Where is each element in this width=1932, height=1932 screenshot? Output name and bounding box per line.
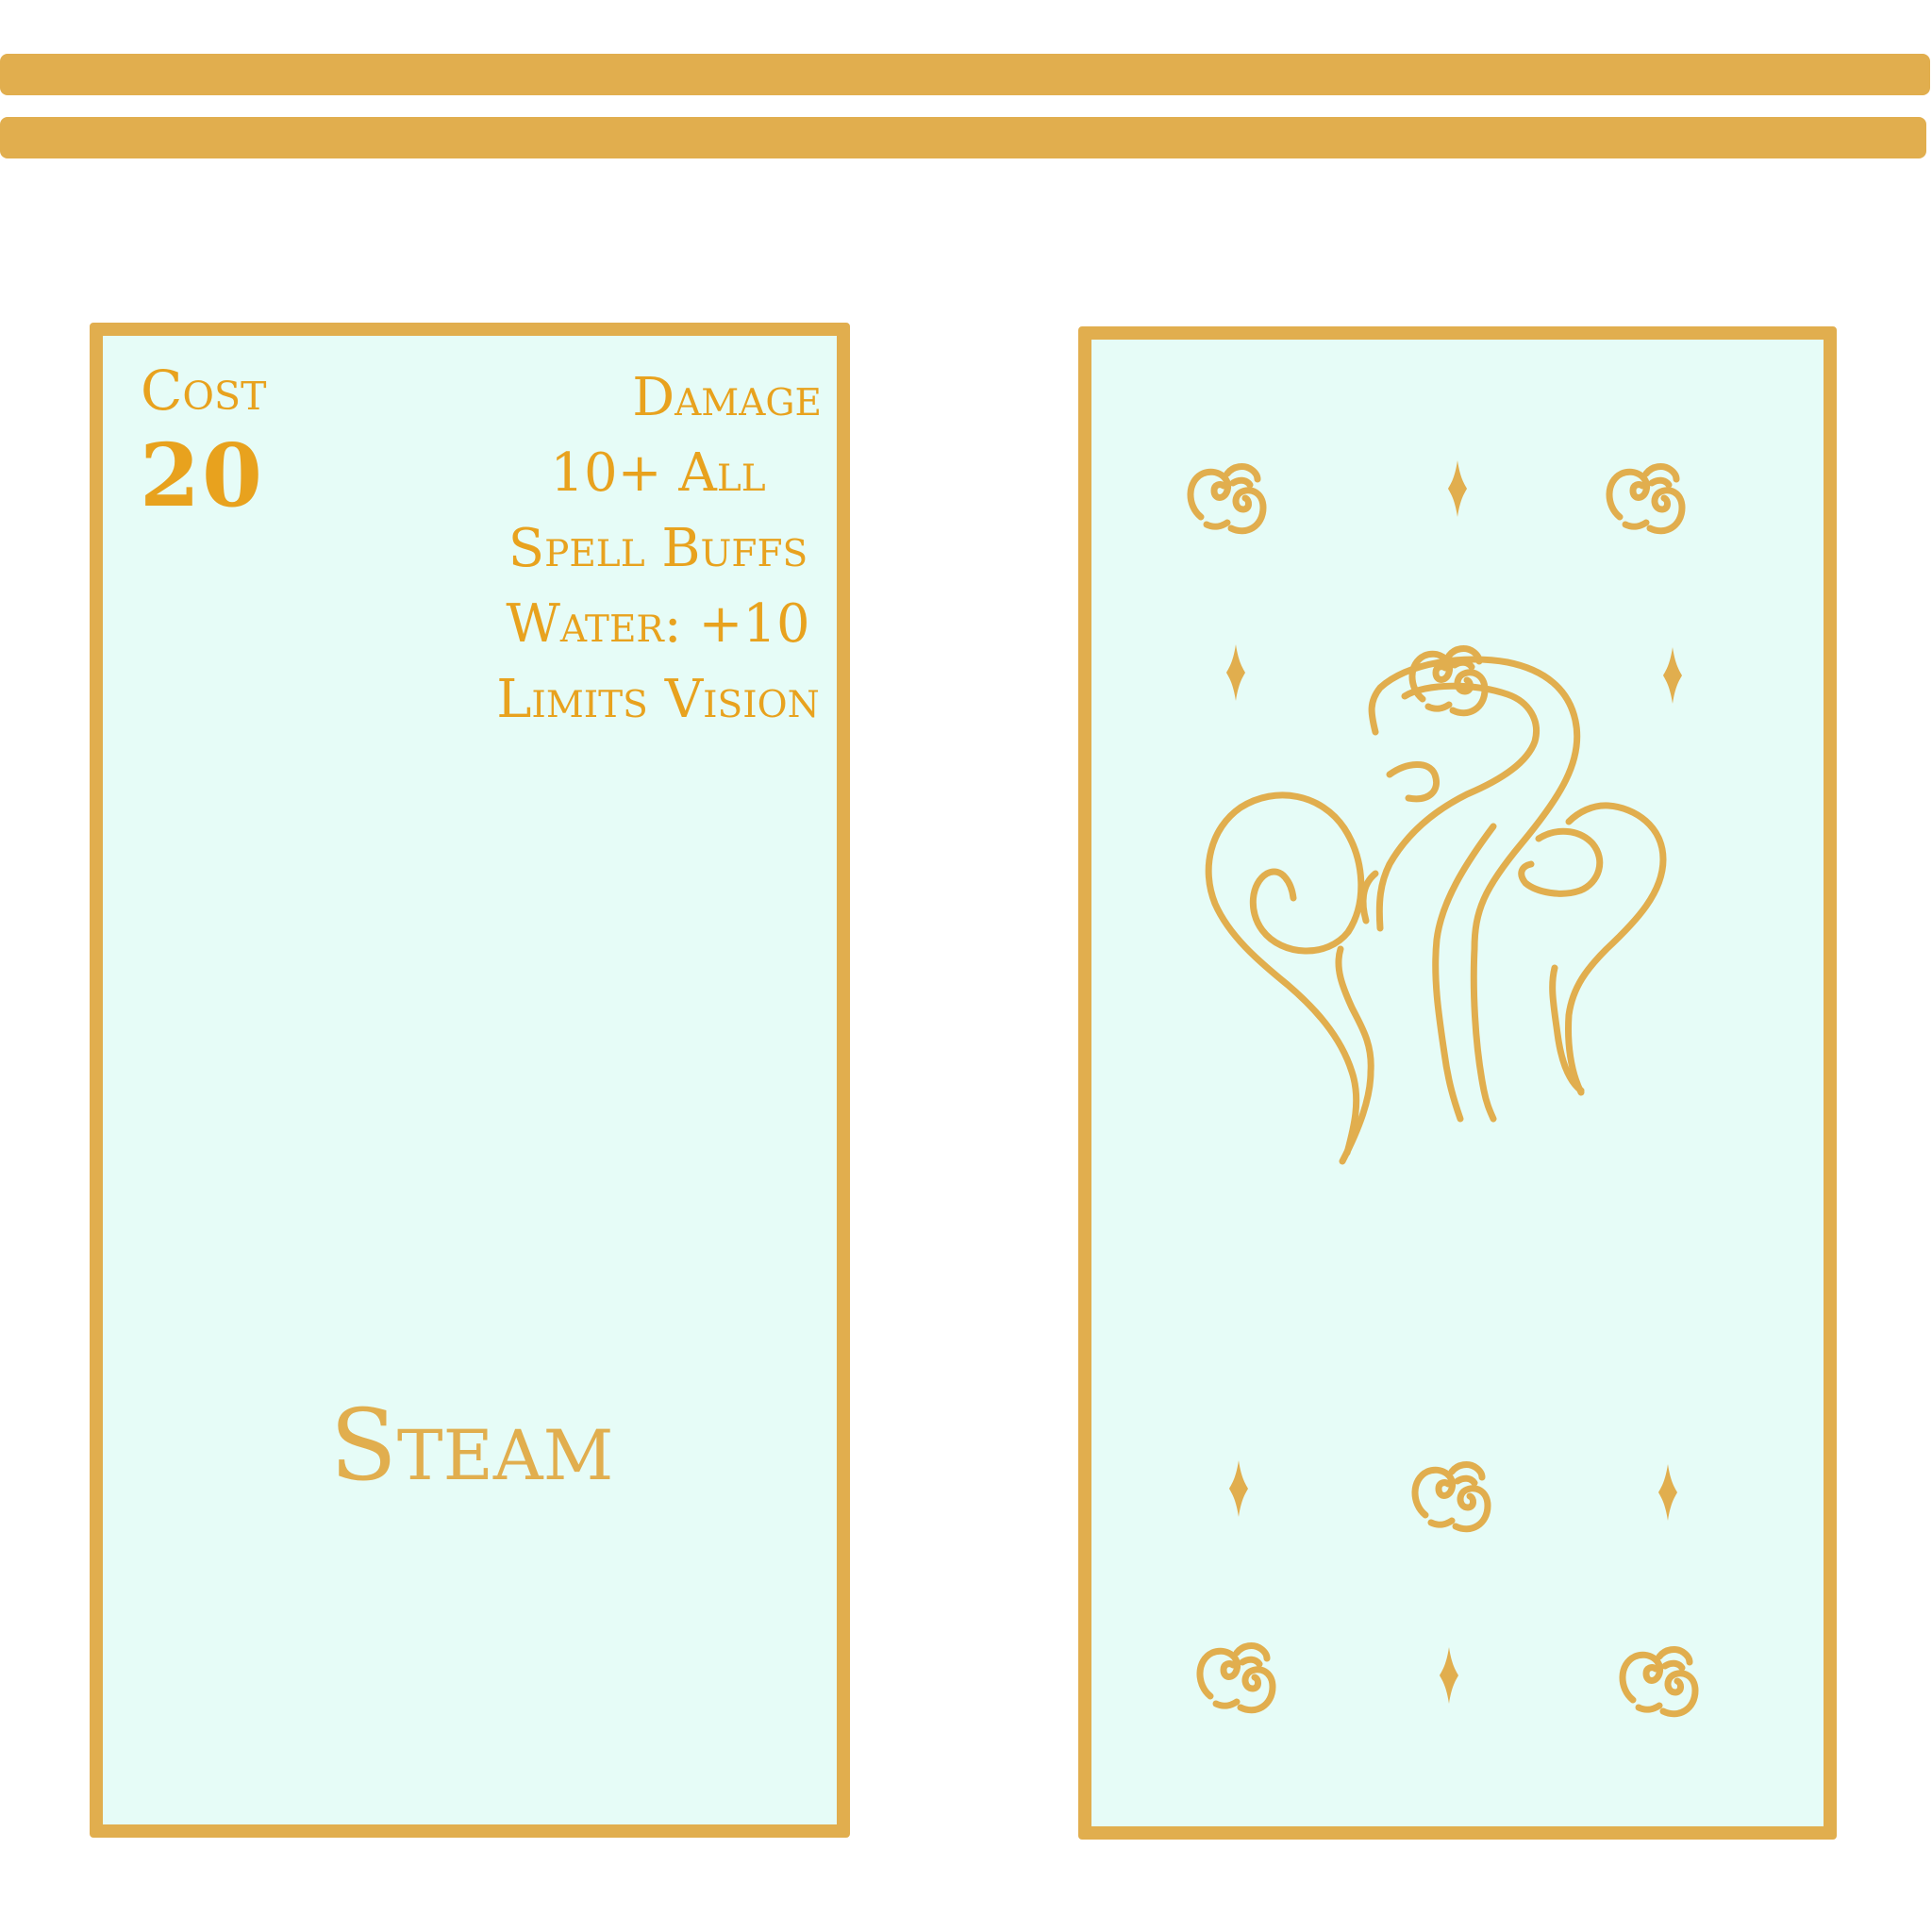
spell-buffs-label: Spell Buffs bbox=[508, 518, 808, 579]
water-buff: Water: +10 bbox=[506, 593, 810, 655]
cost-label: Cost bbox=[141, 358, 267, 423]
cloud-icon bbox=[1200, 1646, 1273, 1710]
cloud-icon bbox=[1609, 467, 1682, 531]
steam-swirl-icon bbox=[1205, 656, 1667, 1165]
top-border-bar bbox=[0, 54, 1930, 95]
cloud-icon bbox=[1623, 1650, 1695, 1714]
sparkle-icon bbox=[1440, 1647, 1458, 1704]
sparkle-icon bbox=[1448, 460, 1467, 517]
sparkle-icon bbox=[1663, 647, 1682, 704]
second-border-bar bbox=[0, 117, 1926, 158]
sparkle-icon bbox=[1658, 1464, 1677, 1521]
cloud-icon bbox=[1191, 467, 1263, 531]
sparkle-icon bbox=[1226, 644, 1245, 701]
cloud-icon bbox=[1415, 1465, 1488, 1529]
damage-label: Damage bbox=[632, 367, 822, 428]
cost-value: 20 bbox=[140, 425, 265, 526]
card-back-art bbox=[1078, 326, 1837, 1840]
card-name: Steam bbox=[329, 1388, 614, 1503]
effect-text: Limits Vision bbox=[496, 669, 820, 730]
card-sheet: Cost 20 Damage 10+ All Spell Buffs Water… bbox=[0, 0, 1932, 1932]
damage-value: 10+ All bbox=[550, 442, 766, 504]
stats-block: Damage 10+ All Spell Buffs Water: +10 Li… bbox=[472, 360, 844, 738]
sparkle-icon bbox=[1229, 1460, 1248, 1517]
